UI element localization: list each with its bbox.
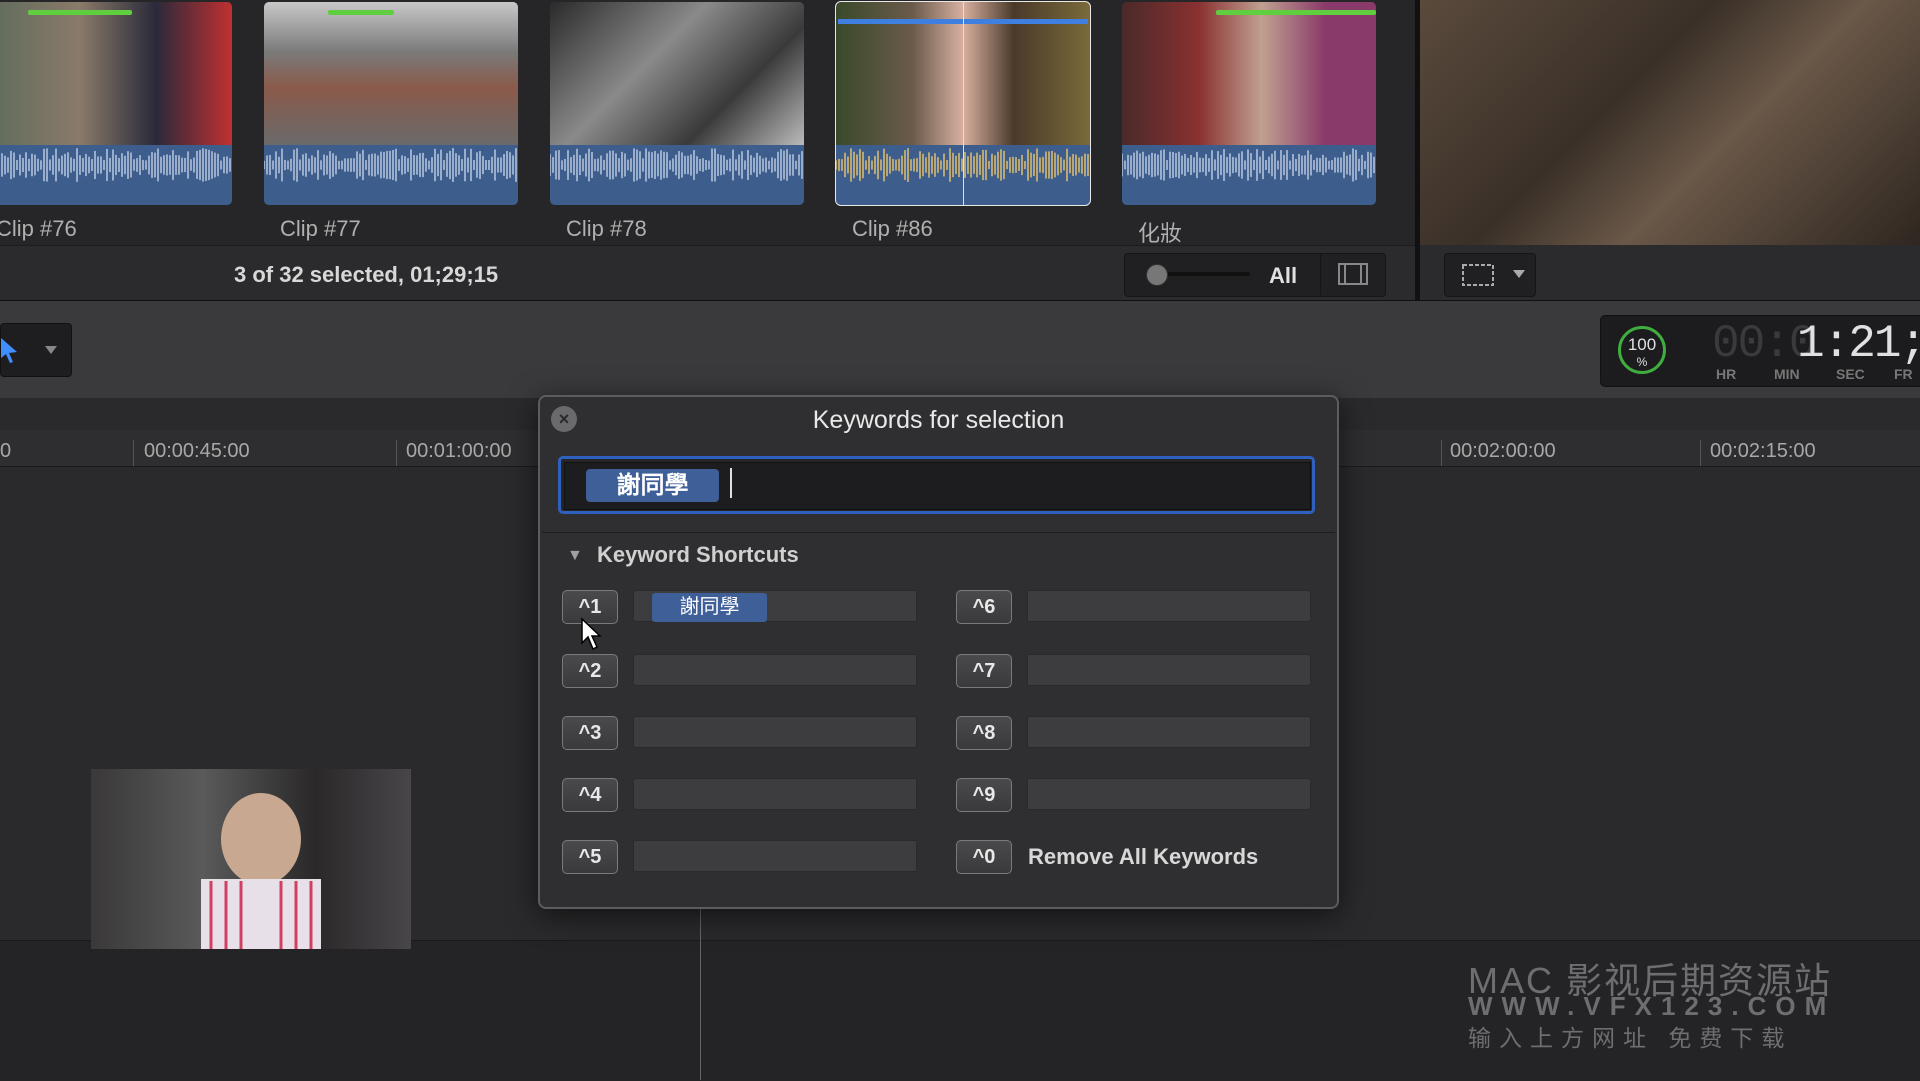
chevron-down-icon (1513, 270, 1525, 278)
shortcut-key-8[interactable]: ^8 (956, 716, 1012, 750)
clip-label: 化妝 (1138, 221, 1183, 246)
filmstrip-view-button[interactable] (1320, 253, 1385, 295)
zoom-all-button[interactable]: All (1269, 263, 1297, 289)
select-tool-menu[interactable] (0, 323, 72, 377)
keyword-marker (328, 10, 394, 15)
ruler-tick-line (133, 440, 134, 466)
ruler-tick-label: 00:01:00:00 (406, 440, 512, 462)
shortcut-key-0[interactable]: ^0 (956, 840, 1012, 874)
presenter-image (201, 793, 321, 949)
clip-label: Clip #78 (566, 216, 647, 241)
shortcut-field-4[interactable] (633, 778, 917, 810)
ruler-tick-line (1441, 440, 1442, 466)
shortcut-field-9[interactable] (1027, 778, 1311, 810)
shortcut-field-3[interactable] (633, 716, 917, 748)
shortcut-key-9[interactable]: ^9 (956, 778, 1012, 812)
shortcut-key-4[interactable]: ^4 (562, 778, 618, 812)
playhead[interactable] (700, 905, 701, 1080)
dialog-divider (542, 532, 1335, 533)
clip-thumbnail-selected[interactable] (835, 1, 1091, 206)
clip-thumbnail[interactable] (0, 2, 232, 205)
ruler-tick-line (396, 440, 397, 466)
clip-video-frame (264, 2, 518, 145)
shortcut-key-6[interactable]: ^6 (956, 590, 1012, 624)
keyword-marker (28, 10, 132, 15)
timecode-label-fr: FR (1894, 366, 1913, 382)
timecode-label-hr: HR (1716, 366, 1737, 382)
shortcut-field-8[interactable] (1027, 716, 1311, 748)
clip-label: Clip #86 (852, 216, 933, 241)
audio-waveform (550, 145, 804, 205)
transform-icon (1462, 264, 1525, 286)
audio-waveform (264, 145, 518, 205)
timecode-value: 1:21;15 (1797, 318, 1920, 370)
keyword-marker (1216, 10, 1376, 15)
shortcut-field-7[interactable] (1027, 654, 1311, 686)
watermark-subtitle: 输入上方网址 免费下载 (1468, 1025, 1793, 1051)
viewer-frame (1420, 0, 1920, 245)
timecode-label-min: MIN (1774, 366, 1800, 382)
clip-thumbnail[interactable] (1122, 2, 1376, 205)
timecode-label-sec: SEC (1836, 366, 1865, 382)
percent-value: 100 (1627, 335, 1657, 354)
shortcut-key-3[interactable]: ^3 (562, 716, 618, 750)
arrow-pointer-icon (1, 338, 57, 363)
clip-label: Clip #76 (0, 216, 77, 241)
percent-sign: % (1636, 355, 1648, 369)
shortcut-field-2[interactable] (633, 654, 917, 686)
clip-label: Clip #77 (280, 216, 361, 241)
selection-status: 3 of 32 selected, 01;29;15 (234, 262, 499, 287)
clip-thumbnail[interactable] (550, 2, 804, 205)
shortcut-key-7[interactable]: ^7 (956, 654, 1012, 688)
view-options-button[interactable] (1444, 253, 1536, 297)
chevron-down-icon (45, 346, 57, 354)
presenter-webcam-overlay (91, 769, 411, 949)
text-caret (730, 468, 732, 498)
audio-waveform (1122, 145, 1376, 205)
ruler-tick-label: 0 (0, 440, 12, 462)
clip-video-frame (550, 2, 804, 145)
clip-thumbnail[interactable] (264, 2, 518, 205)
keyword-shortcuts-heading[interactable]: Keyword Shortcuts (597, 542, 799, 568)
ruler-tick-label: 00:00:45:00 (144, 440, 250, 462)
mouse-cursor-icon (580, 617, 606, 658)
watermark-url: WWW.VFX123.COM (1468, 991, 1836, 1021)
ruler-tick-label: 00:02:15:00 (1710, 440, 1816, 462)
shortcut-field-6[interactable] (1027, 590, 1311, 622)
ruler-tick-label: 00:02:00:00 (1450, 440, 1556, 462)
skimmer-line (963, 2, 964, 205)
clip-video-frame (0, 2, 232, 145)
zoom-slider-knob[interactable] (1146, 264, 1168, 286)
keyword-token[interactable]: 謝同學 (586, 469, 719, 502)
disclosure-triangle-icon[interactable]: ▼ (567, 547, 583, 565)
ruler-tick-line (1700, 440, 1701, 466)
remove-all-keywords-label[interactable]: Remove All Keywords (1028, 844, 1258, 870)
audio-waveform (0, 145, 232, 205)
clip-video-frame (1122, 2, 1376, 145)
filmstrip-icon (1338, 263, 1368, 285)
shortcut-field-5[interactable] (633, 840, 917, 872)
shortcut-keyword-token[interactable]: 謝同學 (652, 593, 767, 622)
background-tasks-percent: 100 % (1618, 335, 1666, 370)
shortcut-key-2[interactable]: ^2 (562, 654, 618, 688)
shortcut-key-5[interactable]: ^5 (562, 840, 618, 874)
dialog-title: Keywords for selection (812, 406, 1065, 434)
